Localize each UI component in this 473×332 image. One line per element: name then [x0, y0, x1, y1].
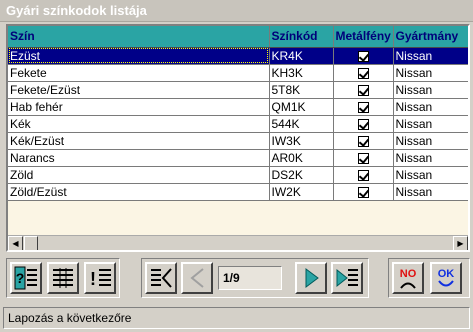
metalfeny-checkbox[interactable]: [357, 118, 369, 130]
no-button[interactable]: NO: [392, 262, 424, 294]
column-header-metalfeny[interactable]: Metálfény: [333, 26, 394, 48]
ok-face-icon: OK: [438, 268, 455, 287]
cell-metalfeny[interactable]: [333, 98, 394, 116]
metalfeny-checkbox[interactable]: [357, 50, 369, 62]
cell-metalfeny[interactable]: [333, 132, 394, 150]
metalfeny-checkbox[interactable]: [357, 135, 369, 147]
scroll-right-icon[interactable]: ▶: [453, 236, 468, 250]
list-icon: [53, 268, 73, 288]
table-row[interactable]: Kék 544K Nissan: [8, 115, 468, 133]
table-row[interactable]: Ezüst KR4K Nissan: [8, 47, 468, 65]
cell-gyartmany[interactable]: Nissan: [393, 64, 468, 82]
cell-metalfeny[interactable]: [333, 115, 394, 133]
page-indicator: 1/9: [218, 266, 282, 290]
cell-gyartmany[interactable]: Nissan: [393, 132, 468, 150]
cell-szin[interactable]: Kék: [8, 115, 270, 133]
next-page-button[interactable]: [295, 262, 327, 294]
cell-szin[interactable]: Hab fehér: [8, 98, 270, 116]
cell-gyartmany[interactable]: Nissan: [393, 183, 468, 201]
table-row[interactable]: Narancs AR0K Nissan: [8, 149, 468, 167]
cell-gyartmany[interactable]: Nissan: [393, 98, 468, 116]
column-header-gyartmany[interactable]: Gyártmány: [393, 26, 468, 48]
table-row[interactable]: Hab fehér QM1K Nissan: [8, 98, 468, 116]
cell-metalfeny[interactable]: [333, 81, 394, 99]
cell-szinkod[interactable]: KH3K: [269, 64, 334, 82]
cell-szinkod[interactable]: 5T8K: [269, 81, 334, 99]
cell-szin[interactable]: Kék/Ezüst: [8, 132, 270, 150]
table-header-row: Szín Színkód Metálfény Gyártmány: [8, 26, 468, 48]
cell-gyartmany[interactable]: Nissan: [393, 149, 468, 167]
column-header-szin[interactable]: Szín: [8, 26, 270, 48]
cell-szin[interactable]: Fekete: [8, 64, 270, 82]
status-bar: Lapozás a következőre: [3, 307, 470, 329]
cell-szin[interactable]: Narancs: [8, 149, 270, 167]
info-button[interactable]: !: [84, 262, 116, 294]
cell-szinkod[interactable]: AR0K: [269, 149, 334, 167]
last-page-button[interactable]: [331, 262, 363, 294]
previous-icon: [190, 268, 204, 288]
horizontal-scrollbar[interactable]: ◀ ▶: [8, 235, 468, 250]
column-header-szinkod[interactable]: Színkód: [269, 26, 334, 48]
cell-gyartmany[interactable]: Nissan: [393, 115, 468, 133]
ok-label: OK: [438, 268, 455, 280]
ok-button[interactable]: OK: [430, 262, 462, 294]
cell-szin[interactable]: Ezüst: [8, 47, 270, 65]
cell-metalfeny[interactable]: [333, 166, 394, 184]
scroll-left-icon[interactable]: ◀: [8, 236, 23, 250]
cell-szinkod[interactable]: KR4K: [269, 47, 334, 65]
table-row[interactable]: Fekete/Ezüst 5T8K Nissan: [8, 81, 468, 99]
cell-szinkod[interactable]: IW3K: [269, 132, 334, 150]
colors-table: Szín Színkód Metálfény Gyártmány Ezüst KR…: [8, 26, 468, 201]
window-title: Gyári színkodok listája: [0, 0, 473, 22]
cell-metalfeny[interactable]: [333, 149, 394, 167]
first-page-icon: [151, 268, 172, 288]
cell-metalfeny[interactable]: [333, 47, 394, 65]
cell-szinkod[interactable]: QM1K: [269, 98, 334, 116]
table-row[interactable]: Fekete KH3K Nissan: [8, 64, 468, 82]
table-row[interactable]: Zöld DS2K Nissan: [8, 166, 468, 184]
metalfeny-checkbox[interactable]: [357, 169, 369, 181]
no-label: NO: [400, 268, 417, 280]
list-view-button[interactable]: [47, 262, 79, 294]
svg-text:?: ?: [16, 270, 25, 286]
cell-szin[interactable]: Zöld: [8, 166, 270, 184]
svg-text:!: !: [90, 269, 96, 289]
metalfeny-checkbox[interactable]: [357, 186, 369, 198]
scroll-thumb[interactable]: [24, 236, 38, 250]
last-page-icon: [336, 268, 358, 288]
help-button[interactable]: ?: [10, 262, 42, 294]
cell-metalfeny[interactable]: [333, 64, 394, 82]
cell-metalfeny[interactable]: [333, 183, 394, 201]
cell-szin[interactable]: Zöld/Ezüst: [8, 183, 270, 201]
cell-szinkod[interactable]: DS2K: [269, 166, 334, 184]
navigation-toolbar: 1/9: [141, 258, 369, 298]
help-list-icon: ?: [14, 266, 37, 290]
previous-page-button[interactable]: [181, 262, 213, 294]
table-row[interactable]: Kék/Ezüst IW3K Nissan: [8, 132, 468, 150]
info-list-icon: !: [90, 269, 111, 289]
metalfeny-checkbox[interactable]: [357, 67, 369, 79]
no-face-icon: NO: [400, 268, 417, 289]
metalfeny-checkbox[interactable]: [357, 152, 369, 164]
confirm-toolbar: NO OK: [388, 258, 470, 298]
colors-grid[interactable]: Szín Színkód Metálfény Gyártmány Ezüst KR…: [6, 24, 470, 252]
next-icon: [305, 268, 319, 288]
cell-gyartmany[interactable]: Nissan: [393, 166, 468, 184]
first-page-button[interactable]: [145, 262, 177, 294]
cell-gyartmany[interactable]: Nissan: [393, 81, 468, 99]
cell-gyartmany[interactable]: Nissan: [393, 47, 468, 65]
cell-szinkod[interactable]: 544K: [269, 115, 334, 133]
view-toolbar: ? !: [6, 258, 120, 298]
table-row[interactable]: Zöld/Ezüst IW2K Nissan: [8, 183, 468, 201]
metalfeny-checkbox[interactable]: [357, 84, 369, 96]
cell-szinkod[interactable]: IW2K: [269, 183, 334, 201]
metalfeny-checkbox[interactable]: [357, 101, 369, 113]
cell-szin[interactable]: Fekete/Ezüst: [8, 81, 270, 99]
